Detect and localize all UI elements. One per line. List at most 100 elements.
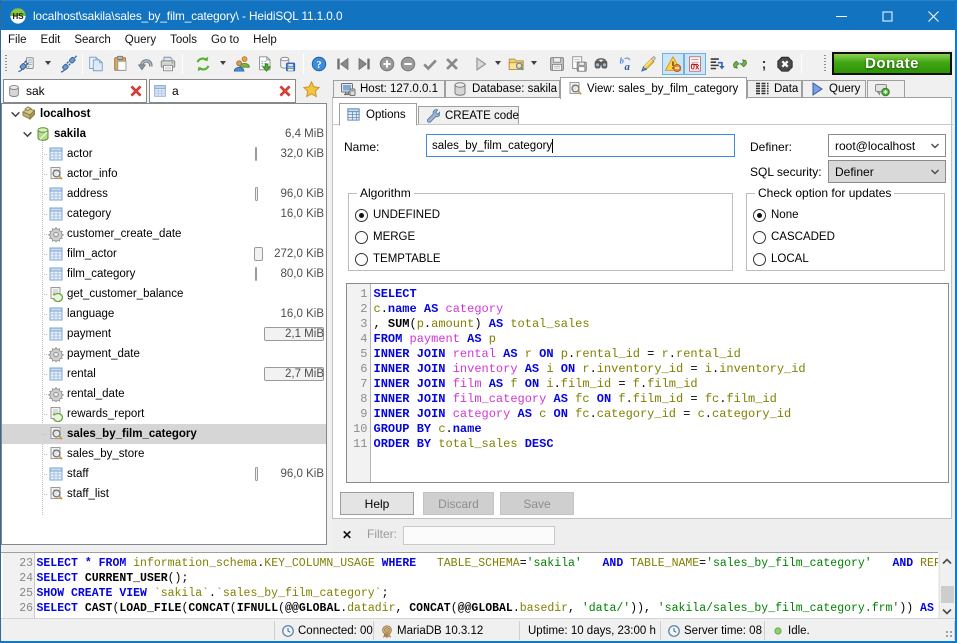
- radio-unselected-icon[interactable]: [355, 231, 368, 244]
- menu-search[interactable]: Search: [67, 30, 117, 50]
- tab-new-query[interactable]: [867, 80, 905, 97]
- radio-unselected-icon[interactable]: [753, 231, 766, 244]
- chevron-expanded-icon[interactable]: [22, 129, 33, 140]
- highlight-button[interactable]: [638, 54, 658, 74]
- tree-item-customer_create_date[interactable]: customer_create_date: [2, 224, 326, 244]
- nav-first-button[interactable]: [333, 54, 353, 74]
- dropdown-arrow-icon[interactable]: [45, 61, 51, 65]
- radio-cascaded[interactable]: CASCADED: [753, 229, 835, 245]
- sql-security-combobox[interactable]: Definer: [828, 160, 946, 183]
- reformat-button[interactable]: [707, 54, 727, 74]
- resize-grip[interactable]: [944, 629, 953, 638]
- copy-button[interactable]: [86, 54, 106, 74]
- toolbar-grip[interactable]: [5, 55, 7, 73]
- tree-item-sakila[interactable]: sakila6,4 MiB: [2, 124, 326, 144]
- menu-query[interactable]: Query: [118, 30, 163, 50]
- radio-unselected-icon[interactable]: [355, 253, 368, 266]
- donate-button[interactable]: Donate: [832, 52, 952, 75]
- hex-view-button[interactable]: [684, 53, 706, 75]
- tab-query[interactable]: Query: [802, 80, 866, 97]
- radio-none[interactable]: None: [753, 207, 799, 223]
- scroll-thumb[interactable]: [941, 586, 954, 603]
- definer-combobox[interactable]: root@localhost: [828, 134, 946, 157]
- dropdown-arrow-icon[interactable]: [495, 61, 501, 65]
- menu-go-to[interactable]: Go to: [204, 30, 246, 50]
- chevron-expanded-icon[interactable]: [10, 109, 21, 120]
- clear-filter-icon[interactable]: [129, 84, 143, 98]
- load-file-button[interactable]: [506, 54, 526, 74]
- tree-item-rental_date[interactable]: rental_date: [2, 384, 326, 404]
- tree-item-sales_by_film_category[interactable]: sales_by_film_category: [2, 424, 326, 444]
- help-button[interactable]: [309, 54, 329, 74]
- filter-input[interactable]: [403, 526, 555, 545]
- nav-last-button[interactable]: [354, 54, 374, 74]
- radio-temptable[interactable]: TEMPTABLE: [355, 251, 441, 267]
- tree-item-payment_date[interactable]: payment_date: [2, 344, 326, 364]
- radio-undefined[interactable]: UNDEFINED: [355, 207, 440, 223]
- tree-item-get_customer_balance[interactable]: get_customer_balance: [2, 284, 326, 304]
- sql-log[interactable]: 23SELECT * FROM information_schema.KEY_C…: [1, 552, 938, 618]
- toolbar-grip[interactable]: [824, 55, 826, 73]
- find-button[interactable]: [591, 54, 611, 74]
- disconnect-button[interactable]: [59, 54, 79, 74]
- tree-item-category[interactable]: category16,0 KiB: [2, 204, 326, 224]
- refresh-button[interactable]: [193, 54, 213, 74]
- replace-button[interactable]: [615, 54, 635, 74]
- scroll-up-icon[interactable]: [940, 554, 954, 568]
- tree-item-staff[interactable]: staff96,0 KiB: [2, 464, 326, 484]
- clear-filter-icon[interactable]: [278, 84, 292, 98]
- star-icon[interactable]: [303, 81, 320, 98]
- export-database-button[interactable]: [277, 54, 297, 74]
- tree-item-staff_list[interactable]: staff_list: [2, 484, 326, 504]
- menu-edit[interactable]: Edit: [34, 30, 68, 50]
- stop-button[interactable]: [775, 54, 795, 74]
- tree-item-language[interactable]: language16,0 KiB: [2, 304, 326, 324]
- close-filter-icon[interactable]: ✕: [342, 528, 352, 542]
- tree-item-address[interactable]: address96,0 KiB: [2, 184, 326, 204]
- connect-button[interactable]: [16, 54, 36, 74]
- sql-source-editor[interactable]: 1SELECT2c.name AS category3, SUM(p.amoun…: [346, 283, 949, 483]
- tree-item-film_actor[interactable]: film_actor272,0 KiB: [2, 244, 326, 264]
- menu-file[interactable]: File: [1, 30, 34, 50]
- paste-button[interactable]: [111, 54, 131, 74]
- radio-local[interactable]: LOCAL: [753, 251, 809, 267]
- help-button[interactable]: Help: [340, 492, 414, 515]
- save-as-button[interactable]: [569, 54, 589, 74]
- tab-data[interactable]: Data: [747, 80, 802, 97]
- close-button[interactable]: [910, 1, 956, 31]
- database-filter[interactable]: sak: [3, 79, 147, 103]
- delete-record-button[interactable]: [398, 54, 418, 74]
- radio-unselected-icon[interactable]: [753, 253, 766, 266]
- delimiter-button[interactable]: [754, 54, 774, 74]
- insert-files-button[interactable]: [255, 54, 275, 74]
- tree-item-rental[interactable]: rental2,7 MiB: [2, 364, 326, 384]
- table-filter[interactable]: a: [149, 79, 296, 103]
- add-record-button[interactable]: [377, 54, 397, 74]
- tab-host-127-0-0-1[interactable]: Host: 127.0.0.1: [333, 80, 445, 97]
- tree-item-film_category[interactable]: film_category80,0 KiB: [2, 264, 326, 284]
- menu-help[interactable]: Help: [246, 30, 284, 50]
- undo-button[interactable]: [136, 54, 156, 74]
- tab-view-sales-by-film-category[interactable]: View: sales_by_film_category: [560, 77, 747, 99]
- user-manager-button[interactable]: [232, 54, 252, 74]
- tree-item-rewards_report[interactable]: rewards_report: [2, 404, 326, 424]
- tab-create-code[interactable]: CREATE code: [418, 106, 519, 125]
- dropdown-arrow-icon[interactable]: [220, 61, 226, 65]
- radio-selected-icon[interactable]: [753, 209, 766, 222]
- tree-item-localhost[interactable]: localhost: [2, 104, 326, 124]
- format-sql-button[interactable]: [730, 54, 750, 74]
- tree-item-sales_by_store[interactable]: sales_by_store: [2, 444, 326, 464]
- print-button[interactable]: [158, 54, 178, 74]
- warnings-button[interactable]: [662, 53, 684, 75]
- maximize-button[interactable]: [864, 1, 910, 31]
- menu-tools[interactable]: Tools: [163, 30, 204, 50]
- scroll-down-icon[interactable]: [940, 604, 954, 618]
- radio-merge[interactable]: MERGE: [355, 229, 415, 245]
- database-tree[interactable]: localhostsakila6,4 MiBactor32,0 KiBactor…: [1, 103, 327, 545]
- tab-options[interactable]: Options: [339, 103, 417, 126]
- save-button[interactable]: Save: [500, 492, 574, 515]
- radio-selected-icon[interactable]: [355, 209, 368, 222]
- minimize-button[interactable]: [818, 1, 864, 31]
- tab-database-sakila[interactable]: Database: sakila: [445, 80, 560, 97]
- run-query-button[interactable]: [471, 54, 491, 74]
